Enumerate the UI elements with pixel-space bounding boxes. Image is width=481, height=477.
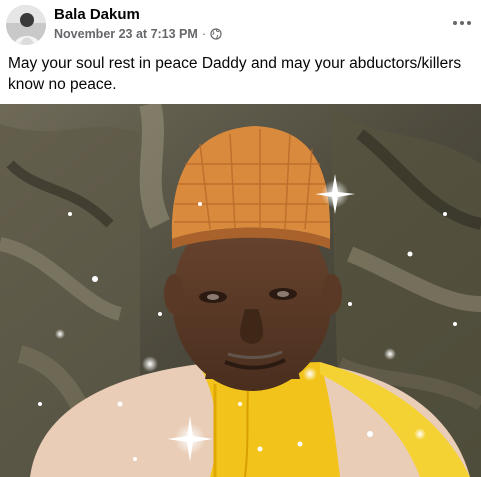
post-meta: November 23 at 7:13 PM · [54,27,222,41]
avatar-photo [6,5,46,45]
post-photo[interactable] [0,104,481,477]
post-timestamp[interactable]: November 23 at 7:13 PM [54,27,198,41]
more-options-button[interactable] [449,10,475,36]
meta-separator: · [201,27,206,41]
post-text: May your soul rest in peace Daddy and ma… [8,55,462,93]
memorial-portrait-image [0,104,481,477]
author-name[interactable]: Bala Dakum [54,6,140,23]
post-header: Bala Dakum November 23 at 7:13 PM · [0,0,481,50]
more-options-icon [453,21,471,25]
globe-icon [210,28,222,40]
author-avatar[interactable] [6,5,46,45]
